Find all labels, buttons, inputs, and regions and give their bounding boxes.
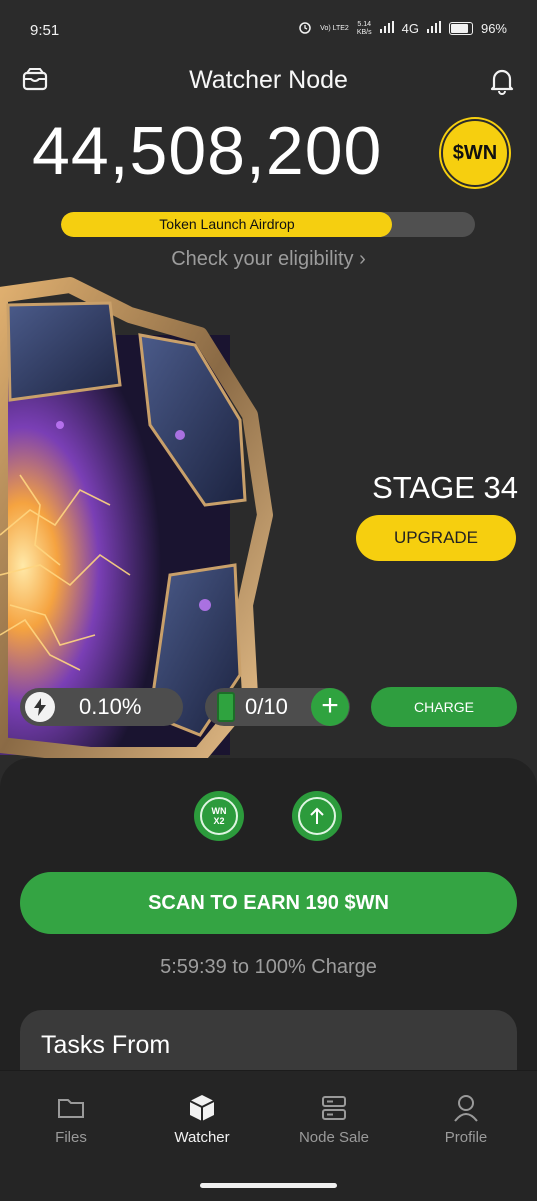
nav-profile-label: Profile: [444, 1129, 488, 1146]
signal-icon: [379, 21, 394, 36]
home-indicator[interactable]: [200, 1183, 337, 1188]
bell-icon[interactable]: [489, 67, 515, 95]
x2-multiplier-icon: WN X2: [200, 797, 238, 835]
nav-files-label: Files: [55, 1129, 87, 1146]
scan-to-earn-button[interactable]: SCAN TO EARN 190 $WN: [20, 872, 517, 934]
nav-files[interactable]: Files: [11, 1093, 131, 1146]
x2-bottom-label: X2: [213, 816, 225, 826]
page-title: Watcher Node: [189, 66, 348, 94]
battery-count-value: 0/10: [245, 694, 288, 719]
airdrop-label: Token Launch Airdrop: [159, 216, 295, 232]
boost-x2-button[interactable]: WN X2: [194, 791, 244, 841]
x2-top-label: WN: [211, 806, 227, 816]
signal-icon-2: [426, 21, 441, 36]
folder-icon: [11, 1093, 131, 1123]
lightning-icon: [25, 692, 55, 722]
arrow-up-icon: [298, 797, 336, 835]
battery-icon: [448, 22, 473, 35]
add-battery-button[interactable]: +: [311, 688, 349, 726]
network-type: 4G: [401, 21, 419, 36]
nav-watcher-label: Watcher: [174, 1129, 230, 1146]
status-icons: Vo) LTE2 5.14 KB/s 4G 96%: [298, 20, 507, 37]
token-balance: 44,508,200: [32, 113, 383, 189]
airdrop-progress-bar: Token Launch Airdrop: [61, 212, 475, 237]
person-icon: [406, 1093, 526, 1123]
tasks-title: Tasks From: [41, 1031, 171, 1059]
charge-button[interactable]: CHARGE: [371, 687, 517, 727]
server-icon: [274, 1093, 394, 1123]
battery-percent: 96%: [480, 21, 507, 36]
check-eligibility-link[interactable]: Check your eligibility ›: [0, 248, 537, 271]
wn-coin-icon: $WN: [441, 119, 509, 187]
stage-label: STAGE 34: [372, 470, 518, 505]
charge-countdown: 5:59:39 to 100% Charge: [160, 956, 377, 978]
battery-cell-icon: [217, 692, 235, 722]
speed-value: 5.14: [357, 20, 372, 28]
alarm-icon: [298, 20, 312, 37]
speed-unit: KB/s: [356, 28, 372, 36]
mining-rate-value: 0.10%: [79, 694, 142, 719]
nav-node-sale-label: Node Sale: [298, 1129, 370, 1146]
nav-watcher[interactable]: Watcher: [142, 1093, 262, 1146]
mining-rate-pill: 0.10%: [20, 688, 183, 726]
network-speed: 5.14 KB/s: [357, 21, 372, 37]
token-symbol: $WN: [452, 141, 498, 164]
upgrade-button[interactable]: UPGRADE: [356, 515, 516, 561]
boost-upgrade-button[interactable]: [292, 791, 342, 841]
nav-node-sale[interactable]: Node Sale: [274, 1093, 394, 1146]
cube-icon: [142, 1093, 262, 1123]
nav-profile[interactable]: Profile: [406, 1093, 526, 1146]
status-time: 9:51: [30, 22, 60, 39]
lte-indicator: Vo) LTE2: [320, 24, 349, 32]
